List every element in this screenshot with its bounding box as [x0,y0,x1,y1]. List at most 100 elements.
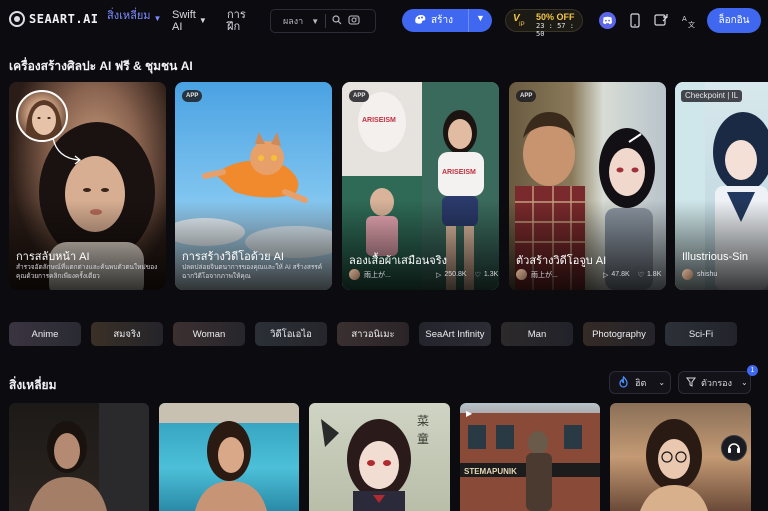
card-meta: shishu [682,269,717,280]
card-handwriting: 菜 [417,414,429,428]
divider [468,9,469,32]
hero-card-face-swap[interactable]: การสลับหน้า AI สำรวจอัตลักษณ์ที่แตกต่างแ… [9,82,166,290]
play-icon: ▷ [603,271,609,279]
download-icon[interactable] [652,11,670,29]
author-name[interactable]: 雨上が... [531,270,573,280]
tag-label: สมจริง [113,328,141,340]
likes-count: 1.8K [646,271,662,278]
hero-card-video-gen[interactable]: APP การสร้างวิดีโอด้วย AI ปลดปล่อยจินตนา… [175,82,332,290]
feed-item[interactable] [9,403,149,511]
tag-man[interactable]: Man [501,322,573,346]
headset-icon [728,443,740,453]
tag-photography[interactable]: Photography [583,322,655,346]
likes-stat: ♡ 1.8K [638,271,662,279]
nav-training-line1: การ [227,9,246,21]
tag-label: สาวอนิเมะ [351,328,395,340]
search-icon[interactable] [332,14,342,28]
app-badge: APP [349,90,370,102]
feed-item[interactable]: STEMAPUNIK ▶ [460,403,600,511]
vip-offer-badge[interactable]: V IP 50% OFF 23 : 57 : 50 [505,9,583,38]
svg-text:ARISEISM: ARISEISM [362,117,396,124]
card-title: Illustrious-Sin [682,251,749,263]
chevron-down-icon: ▼ [311,16,320,26]
tag-woman[interactable]: Woman [173,322,245,346]
card-description: ปลดปล่อยจินตนาการของคุณและให้ AI สร้างสร… [182,264,323,280]
svg-text:ARISEISM: ARISEISM [442,169,476,176]
vip-discount: 50% OFF [536,12,575,22]
author-name[interactable]: 雨上が... [364,270,406,280]
views-count: 47.8K [611,271,630,278]
divider [325,14,327,28]
notification-badge: 1 [747,365,758,376]
card-meta: 雨上が... ▷ 250.8K ♡ 1.3K [349,269,498,280]
arrow-icon [52,137,82,165]
mobile-icon[interactable] [626,11,644,29]
tag-seaart-infinity[interactable]: SeaArt Infinity [419,322,491,346]
chevron-down-icon: ⌄ [658,378,666,387]
hero-card-virtual-tryon[interactable]: ARISEISM ARISEISM APP ลองเสื้อผ้าเสมือนจ… [342,82,499,290]
play-icon: ▷ [436,271,442,279]
login-button[interactable]: ล็อกอิน [707,8,761,33]
search-box[interactable]: ผลงา ▼ [270,9,376,33]
filter-select[interactable]: ตัวกรอง ⌄ [678,371,751,394]
card-meta: 雨上が... ▷ 47.8K ♡ 1.8K [516,269,661,280]
discord-icon[interactable] [598,11,616,29]
logo-text: SEAART.AI [29,12,99,26]
nav-swift-ai-label: Swift AI [172,9,196,33]
nav-swift-ai[interactable]: Swift AI ▼ [172,9,207,33]
tag-realistic[interactable]: สมจริง [91,322,163,346]
create-label: สร้าง [431,15,453,26]
views-count: 250.8K [444,271,467,278]
feed-section-title: สิ่งเหลี่ยม [9,378,57,392]
tag-anime-girl[interactable]: สาวอนิเมะ [337,322,409,346]
checkpoint-badge: Checkpoint | IL [681,90,743,102]
likes-stat: ♡ 1.3K [475,271,499,279]
hero-card-checkpoint[interactable]: Checkpoint | IL Illustrious-Sin shishu [675,82,768,290]
feed-item[interactable]: 菜 童 [309,403,450,511]
likes-count: 1.3K [483,271,499,278]
tag-label: Photography [592,328,646,340]
palette-icon [414,14,427,28]
nav-home[interactable]: สิ่งเหลี่ยม ▼ [107,10,161,25]
card-description: สำรวจอัตลักษณ์ที่แตกต่างและค้นพบตัวตนใหม… [16,264,158,280]
vip-countdown: 23 : 57 : 50 [536,22,574,38]
filter-label: ตัวกรอง [701,377,732,388]
nav-training[interactable]: การ ฝึก [227,9,246,33]
support-button[interactable] [721,435,747,461]
camera-icon[interactable] [348,14,360,28]
tag-anime[interactable]: Anime [9,322,81,346]
sort-select[interactable]: ฮิต ⌄ [609,371,671,394]
nav-swift-ai-line2: AI [172,21,183,33]
nav-training-label: การ ฝึก [227,9,246,33]
hero-card-kiss-video[interactable]: APP ตัวสร้างวิดีโอจูบ AI 雨上が... ▷ 47.8K ♡… [509,82,666,290]
logo-icon [9,11,25,27]
chevron-down-icon: ▼ [198,16,207,25]
hero-section-title: เครื่องสร้างศิลปะ AI ฟรี & ชุมชน AI [9,59,193,73]
chevron-down-icon: ⌄ [740,378,748,387]
sort-label: ฮิต [635,377,647,388]
tag-label: Woman [192,328,226,340]
create-button[interactable]: สร้าง ▼ [402,9,492,32]
heart-icon: ♡ [474,271,481,279]
feed-item[interactable] [159,403,299,511]
chevron-down-icon[interactable]: ▼ [476,13,485,23]
tag-sci-fi[interactable]: Sci-Fi [665,322,737,346]
svg-text:A: A [682,15,687,23]
author-name[interactable]: shishu [697,271,717,278]
tag-ai-video[interactable]: วิดีโอเอไอ [255,322,327,346]
app-badge: APP [516,90,537,102]
views-stat: ▷ 250.8K [436,271,467,279]
card-title: ตัวสร้างวิดีโอจูบ AI [516,255,607,267]
card-title: ลองเสื้อผ้าเสมือนจริง [349,255,447,267]
card-handwriting: 童 [417,431,429,446]
app-badge: APP [182,90,203,102]
nav-training-line2: ฝึก [227,21,241,33]
top-header: SEAART.AI สิ่งเหลี่ยม ▼ Swift AI ▼ การ ฝ… [0,0,768,40]
avatar [349,269,360,280]
logo[interactable]: SEAART.AI [9,11,99,27]
flame-icon [618,375,629,390]
feed-sign-text: STEMAPUNIK [464,467,517,476]
tag-label: Anime [31,328,59,340]
language-icon[interactable]: A文 [679,11,697,29]
search-scope-select[interactable]: ผลงา [283,14,303,28]
